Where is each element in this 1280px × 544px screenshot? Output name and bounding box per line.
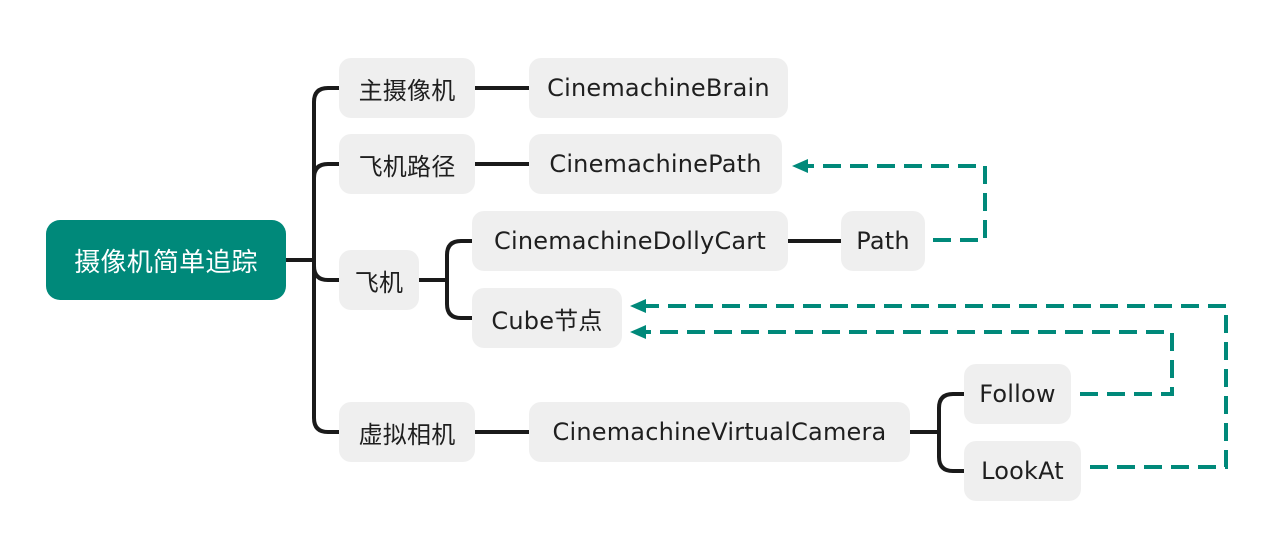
node-cinemachine-path[interactable]: CinemachinePath <box>529 134 782 194</box>
node-label: Path <box>856 227 910 255</box>
node-plane-path[interactable]: 飞机路径 <box>339 134 475 194</box>
node-label: Follow <box>979 380 1056 408</box>
root-node-label: 摄像机简单追踪 <box>74 247 258 278</box>
node-label: 飞机 <box>354 268 404 297</box>
node-cube[interactable]: Cube节点 <box>472 288 622 348</box>
arrowhead-icon <box>630 299 646 313</box>
node-cinemachine-virtual-camera[interactable]: CinemachineVirtualCamera <box>529 402 910 462</box>
link-plane-children <box>417 239 474 320</box>
arrowhead-icon <box>630 325 646 339</box>
node-plane[interactable]: 飞机 <box>339 250 419 310</box>
node-virtual-camera[interactable]: 虚拟相机 <box>339 402 475 462</box>
link-root-plane-path <box>312 162 341 180</box>
link-root-children <box>312 86 341 434</box>
node-label: LookAt <box>981 457 1064 485</box>
node-label: 飞机路径 <box>358 152 456 181</box>
link-root-plane <box>312 264 341 282</box>
node-follow[interactable]: Follow <box>964 364 1071 424</box>
node-label: CinemachineBrain <box>547 74 770 102</box>
node-label: CinemachineVirtualCamera <box>552 418 887 446</box>
node-label: 主摄像机 <box>358 76 456 105</box>
node-label: CinemachinePath <box>549 150 762 178</box>
root-node[interactable]: 摄像机简单追踪 <box>46 220 286 300</box>
node-dolly-cart[interactable]: CinemachineDollyCart <box>472 211 788 271</box>
link-vcam-children <box>908 392 966 473</box>
node-main-camera[interactable]: 主摄像机 <box>339 58 475 118</box>
node-cinemachine-brain[interactable]: CinemachineBrain <box>529 58 788 118</box>
node-label: Cube节点 <box>491 306 603 335</box>
node-lookat[interactable]: LookAt <box>964 441 1081 501</box>
ref-follow-to-cube <box>646 330 1174 396</box>
node-path[interactable]: Path <box>841 211 925 271</box>
arrowhead-icon <box>792 159 808 173</box>
node-label: CinemachineDollyCart <box>494 227 766 255</box>
node-label: 虚拟相机 <box>358 420 456 449</box>
